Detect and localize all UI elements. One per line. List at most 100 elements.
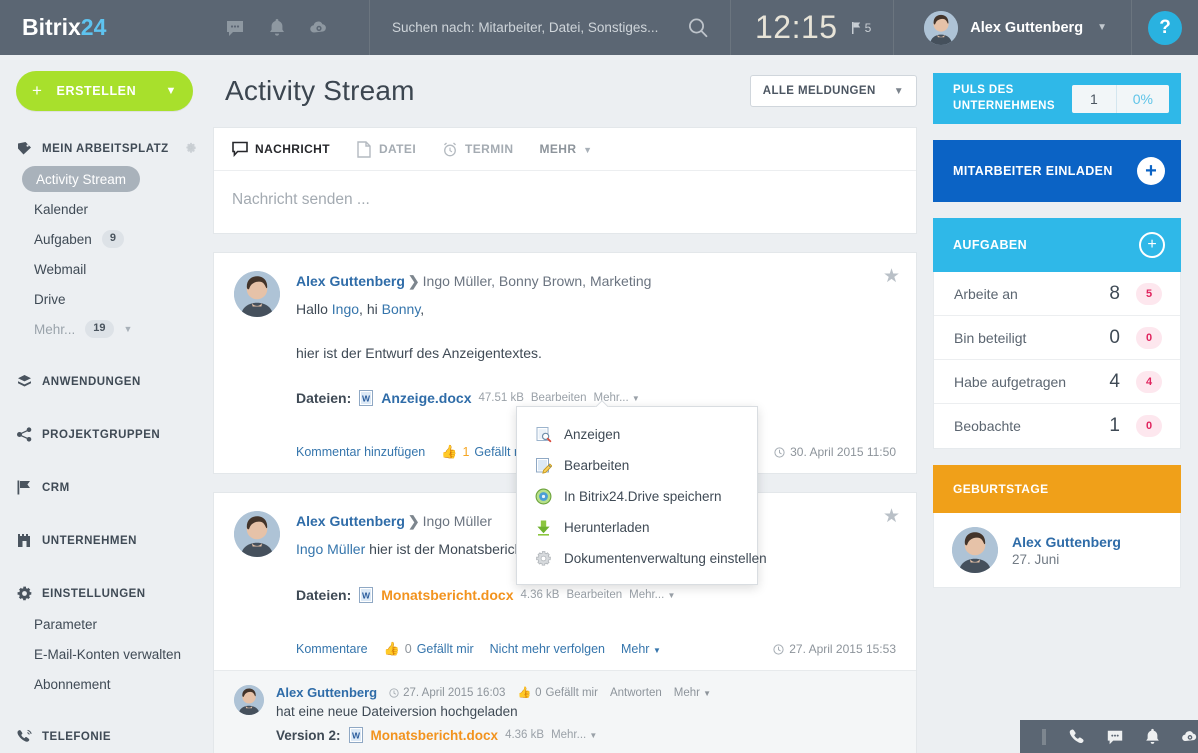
add-comment-link[interactable]: Kommentar hinzufügen [296,445,425,459]
bell-icon[interactable] [1144,728,1161,746]
bell-icon[interactable] [267,18,287,38]
task-row[interactable]: Habe aufgetragen 4 4 [934,360,1180,405]
birthdays-header[interactable]: GEBURTSTAGE [933,465,1181,514]
plus-icon[interactable]: + [1139,232,1165,259]
unfollow-link[interactable]: Nicht mehr verfolgen [490,642,605,656]
sidebar-item-label: Webmail [34,261,87,277]
task-row[interactable]: Arbeite an 8 5 [934,272,1180,317]
tab-termin[interactable]: TERMIN [442,141,513,157]
pulse-header[interactable]: PULS DES UNTERNEHMENS 1 0% [933,73,1181,125]
post-greeting: Hallo Ingo, hi Bonny, [296,299,896,321]
comment-attachment-link[interactable]: Monatsbericht.docx [371,728,499,743]
global-search[interactable] [369,0,731,55]
post-more-link[interactable]: Mehr ▼ [621,642,661,656]
sidebar-item-activity-stream[interactable]: Activity Stream [22,166,141,192]
help-button[interactable]: ? [1148,10,1182,45]
search-input[interactable] [392,20,682,35]
comment-author-link[interactable]: Alex Guttenberg [276,685,377,700]
menu-item-dokumentenverwaltung[interactable]: Dokumentenverwaltung einstellen [517,543,767,574]
tab-mehr[interactable]: MEHR ▼ [539,142,592,156]
task-row[interactable]: Bin beteiligt 0 0 [934,316,1180,361]
tasks-header[interactable]: AUFGABEN + [933,218,1181,273]
gear-icon[interactable] [184,141,197,157]
comment-reply-link[interactable]: Antworten [610,687,662,699]
composer-input[interactable]: Nachricht senden ... [214,171,916,233]
logo[interactable]: Bitrix24 [0,0,215,55]
sidebar-item-label: Activity Stream [36,171,127,187]
menu-item-bearbeiten[interactable]: Bearbeiten [517,450,757,481]
menu-item-label: Bearbeiten [564,458,630,473]
comment-more-link[interactable]: Mehr ▼ [674,687,711,699]
chat-icon[interactable] [1106,728,1124,746]
plus-icon[interactable]: + [1137,157,1165,186]
flag-counter[interactable]: 5 [851,21,871,35]
task-row[interactable]: Beobachte 1 0 [934,404,1180,448]
filter-dropdown-button[interactable]: ALLE MELDUNGEN ▼ [749,75,917,107]
invite-employee-button[interactable]: MITARBEITER EINLADEN + [933,140,1181,203]
sidebar-item-aufgaben[interactable]: Aufgaben 9 [34,224,213,254]
clock-area[interactable]: 12:15 5 [731,0,895,55]
sidebar-item-workplace[interactable]: MEIN ARBEITSPLATZ [0,133,213,164]
chevron-down-icon: ▼ [583,145,593,155]
comments-link[interactable]: Kommentare [296,642,368,656]
nav-group-telefonie: TELEFONIE [0,721,213,752]
menu-item-drive-speichern[interactable]: In Bitrix24.Drive speichern [517,481,757,512]
avatar[interactable] [234,511,280,558]
like-control[interactable]: 👍 0 Gefällt mir [384,641,474,657]
avatar[interactable] [924,10,959,45]
birthday-person-name[interactable]: Alex Guttenberg [1012,534,1121,550]
sidebar-item-parameter[interactable]: Parameter [34,609,213,639]
menu-item-anzeigen[interactable]: Anzeigen [517,419,757,450]
attachment-edit-link[interactable]: Bearbeiten [531,392,587,404]
sidebar-item-abonnement[interactable]: Abonnement [34,669,213,699]
task-badge: 0 [1136,415,1162,438]
mention-link-ingo[interactable]: Ingo [332,301,359,317]
sidebar-item-einstellungen[interactable]: EINSTELLUNGEN [0,578,213,609]
sidebar-item-email-konten[interactable]: E-Mail-Konten verwalten [34,639,213,669]
mention-link-ingo-mueller[interactable]: Ingo Müller [296,541,365,557]
sidebar-item-telefonie[interactable]: TELEFONIE [0,721,213,752]
chevron-down-icon[interactable]: ▼ [1097,22,1107,33]
post-author-link[interactable]: Alex Guttenberg [296,513,405,529]
sidebar-group-label: PROJEKTGRUPPEN [42,428,161,441]
cloud-icon[interactable] [1181,728,1198,746]
create-button[interactable]: + ERSTELLEN ▼ [16,71,193,111]
star-icon[interactable]: ★ [883,507,900,526]
attachment-edit-link[interactable]: Bearbeiten [566,589,622,601]
phone-icon[interactable] [1068,728,1086,746]
chevron-down-icon[interactable]: ▼ [124,324,133,334]
user-menu[interactable]: Alex Guttenberg ▼ [894,0,1132,55]
tab-datei[interactable]: DATEI [356,140,416,158]
comment-like-control[interactable]: 👍 0 Gefällt mir [517,686,598,700]
chat-icon[interactable] [225,18,245,38]
sidebar-item-kalender[interactable]: Kalender [34,194,213,224]
sidebar-item-anwendungen[interactable]: ANWENDUNGEN [0,366,213,397]
sidebar-item-unternehmen[interactable]: UNTERNEHMEN [0,525,213,556]
comment-attachment-more-link[interactable]: Mehr... ▼ [551,729,597,741]
avatar[interactable] [234,271,280,317]
cloud-icon[interactable] [309,18,329,38]
attachment-file-link[interactable]: Monatsbericht.docx [381,587,513,603]
menu-item-herunterladen[interactable]: Herunterladen [517,512,757,543]
attachment-file-link[interactable]: Anzeige.docx [381,390,471,406]
attachment-more-link[interactable]: Mehr... ▼ [629,589,675,601]
avatar[interactable] [234,685,264,716]
sidebar-item-drive[interactable]: Drive [34,284,213,314]
nav-group-anwendungen: ANWENDUNGEN [0,366,213,397]
birthday-entry[interactable]: Alex Guttenberg 27. Juni [933,513,1181,589]
drag-handle[interactable] [1042,728,1046,745]
star-icon[interactable]: ★ [883,267,900,286]
sidebar-item-projektgruppen[interactable]: PROJEKTGRUPPEN [0,419,213,450]
post-author-link[interactable]: Alex Guttenberg [296,273,405,289]
gear-icon [16,585,33,602]
post-body-text: hier ist der Entwurf des Anzeigentextes. [296,344,542,361]
avatar[interactable] [952,527,998,574]
tab-nachricht[interactable]: NACHRICHT [232,141,330,157]
task-badge: 0 [1136,326,1162,349]
search-icon[interactable] [686,16,710,40]
mention-link-bonny[interactable]: Bonny [382,301,421,317]
sidebar-item-mehr[interactable]: Mehr... 19 ▼ [34,314,213,344]
sidebar-item-crm[interactable]: CRM [0,472,213,503]
sidebar-item-webmail[interactable]: Webmail [34,254,213,284]
nav-group-unternehmen: UNTERNEHMEN [0,525,213,556]
